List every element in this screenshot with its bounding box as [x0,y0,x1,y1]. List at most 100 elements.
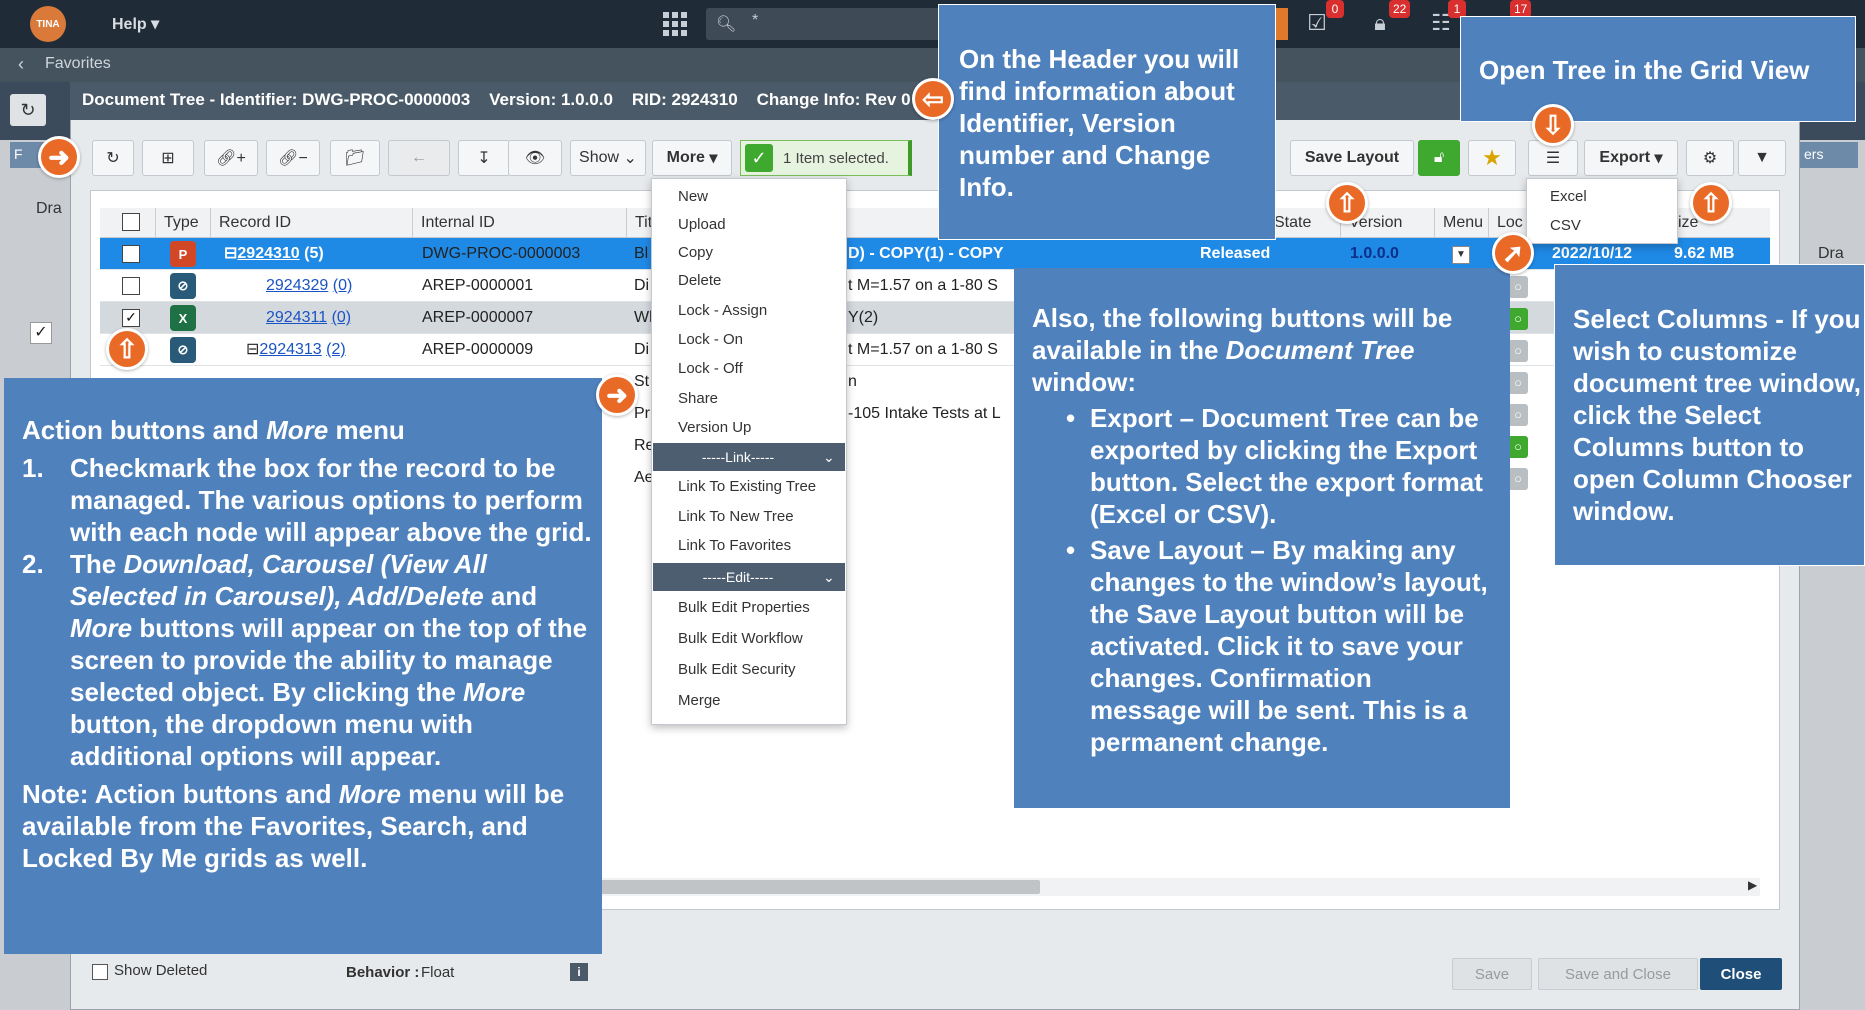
background-refresh-button[interactable]: ↻ [10,94,46,126]
col-record-id[interactable]: Record ID [210,208,410,238]
more-button[interactable]: More ▾ [652,140,732,176]
menu-item-copy[interactable]: Copy [678,244,713,261]
save-layout-button[interactable]: Save Layout [1290,140,1414,176]
lock-open-icon[interactable]: ○ [1508,404,1528,426]
arrow-left-icon: ⇦ [912,78,954,120]
search-icon: 🔍︎ [716,16,737,33]
collapse-icon: ⊞ [161,150,175,167]
apps-grid-icon[interactable] [663,12,687,36]
lock-open-icon[interactable]: ○ [1508,276,1528,298]
internal-id-cell: DWG-PROC-0000003 [422,245,581,262]
chevron-down-icon: ⌄ [823,568,835,585]
back-arrow-icon: ← [411,149,427,166]
gear-icon: ⚙ [1702,150,1718,167]
menu-item-bulk-edit-properties[interactable]: Bulk Edit Properties [678,599,810,616]
excel-icon: X [170,305,196,331]
select-all-checkbox[interactable] [122,213,140,231]
title-cell-end: D) - COPY(1) - COPY [848,245,1004,262]
carousel-view-button[interactable]: 👁︎ [508,140,562,176]
menu-item-new[interactable]: New [678,188,708,205]
title-cell-end: t M=1.57 on a 1-80 S [848,277,998,294]
menu-item-link-favorites[interactable]: Link To Favorites [678,537,791,554]
scroll-right-arrow-icon[interactable]: ▶ [1748,878,1757,892]
scrollbar-thumb[interactable] [600,880,1040,894]
options-dropdown-button[interactable]: ▼ [1738,140,1786,176]
caret-down-icon: ▼ [1754,149,1770,166]
menu-item-bulk-edit-security[interactable]: Bulk Edit Security [678,661,796,678]
save-layout-label: Save Layout [1304,149,1400,166]
record-id-cell[interactable]: ⊟2924310 (5) [224,238,324,270]
lock-open-icon[interactable]: ○ [1508,468,1528,490]
add-folder-button[interactable]: 📁︎ [330,140,380,176]
internal-id-cell: AREP-0000007 [422,309,534,326]
save-layout-bullet: • Save Layout – By making any changes to … [1066,535,1488,757]
menu-item-version-up[interactable]: Version Up [678,419,751,436]
export-excel[interactable]: Excel [1550,188,1587,205]
folder-icon: 📁︎ [344,150,366,167]
show-deleted-checkbox[interactable] [92,964,108,980]
favorite-button[interactable]: ★ [1468,140,1516,176]
lock-open-icon[interactable]: ○ [1508,436,1528,458]
background-checkbox[interactable]: ✓ [30,322,52,344]
info-icon[interactable]: i [570,963,588,981]
row-menu-dropdown[interactable]: ▼ [1452,246,1470,264]
callout-header-info: On the Header you will find information … [938,4,1276,240]
action-title: Action buttons and More menu [22,415,405,445]
help-menu[interactable]: Help ▾ [112,14,159,34]
menu-item-bulk-edit-workflow[interactable]: Bulk Edit Workflow [678,630,803,647]
behavior-value[interactable]: Float [421,964,454,981]
menu-item-lock-off[interactable]: Lock - Off [678,360,743,377]
menu-item-upload[interactable]: Upload [678,216,726,233]
back-arrow-button[interactable]: ← [388,140,450,176]
action-step-1: 1. Checkmark the box for the record to be… [22,453,592,547]
record-id-cell[interactable]: 2924329 (0) [266,270,352,302]
row-checkbox-checked[interactable]: ✓ [122,309,140,327]
menu-section-edit[interactable]: -----Edit----- ⌄ [653,563,845,591]
export-button[interactable]: Export ▾ [1584,140,1678,176]
menu-section-link[interactable]: -----Link----- ⌄ [653,443,845,471]
select-columns-button[interactable]: ⚙ [1686,140,1734,176]
menu-item-link-new-tree[interactable]: Link To New Tree [678,508,794,525]
lock-open-icon[interactable]: ○ [1508,308,1528,330]
title-cell: Bl [634,245,649,262]
menu-item-merge[interactable]: Merge [678,692,721,709]
lock-open-icon[interactable]: ○ [1508,372,1528,394]
col-type[interactable]: Type [155,208,207,238]
menu-item-link-existing-tree[interactable]: Link To Existing Tree [678,478,816,495]
collapse-all-button[interactable]: ⊞ [142,140,194,176]
add-link-button[interactable]: 🔗︎+ [204,140,258,176]
record-id-cell[interactable]: ⊟2924313 (2) [246,334,346,366]
background-right-tab[interactable]: ers [1800,142,1858,168]
show-dropdown[interactable]: Show ⌄ [570,140,646,176]
close-button[interactable]: Close [1700,958,1782,990]
drawing-icon: ⊘ [170,337,196,363]
menu-item-delete[interactable]: Delete [678,272,721,289]
refresh-button[interactable]: ↻ [92,140,134,176]
export-csv[interactable]: CSV [1550,217,1581,234]
col-menu[interactable]: Menu [1434,208,1488,238]
back-chevron-icon[interactable]: ‹ [18,54,24,75]
row-checkbox[interactable] [122,277,140,295]
section-label: -----Link----- [701,449,775,465]
lock-open-icon[interactable]: ○ [1508,340,1528,362]
menu-item-lock-on[interactable]: Lock - On [678,331,743,348]
tina-logo[interactable]: TINA [30,6,66,42]
help-label: Help [112,16,147,33]
callout-tree-view: Open Tree in the Grid View [1460,16,1856,122]
download-button[interactable]: ↧ [458,140,510,176]
link-add-icon: 🔗︎+ [216,150,246,167]
menu-item-share[interactable]: Share [678,390,718,407]
menu-item-lock-assign[interactable]: Lock - Assign [678,302,767,319]
unlock-button[interactable]: 🔓︎ [1418,140,1460,176]
favorites-label[interactable]: Favorites [45,55,111,73]
powerpoint-icon: P [170,241,196,267]
col-internal-id[interactable]: Internal ID [412,208,626,238]
arrow-up-icon: ⇧ [1690,182,1732,224]
row-checkbox[interactable] [122,245,140,263]
remove-link-button[interactable]: 🔗︎− [266,140,320,176]
save-and-close-button[interactable]: Save and Close [1538,958,1698,990]
col-state[interactable]: State [1266,208,1336,238]
export-dropdown-menu [1526,178,1678,244]
record-id-cell[interactable]: 2924311 (0) [266,302,351,334]
save-button[interactable]: Save [1452,958,1532,990]
